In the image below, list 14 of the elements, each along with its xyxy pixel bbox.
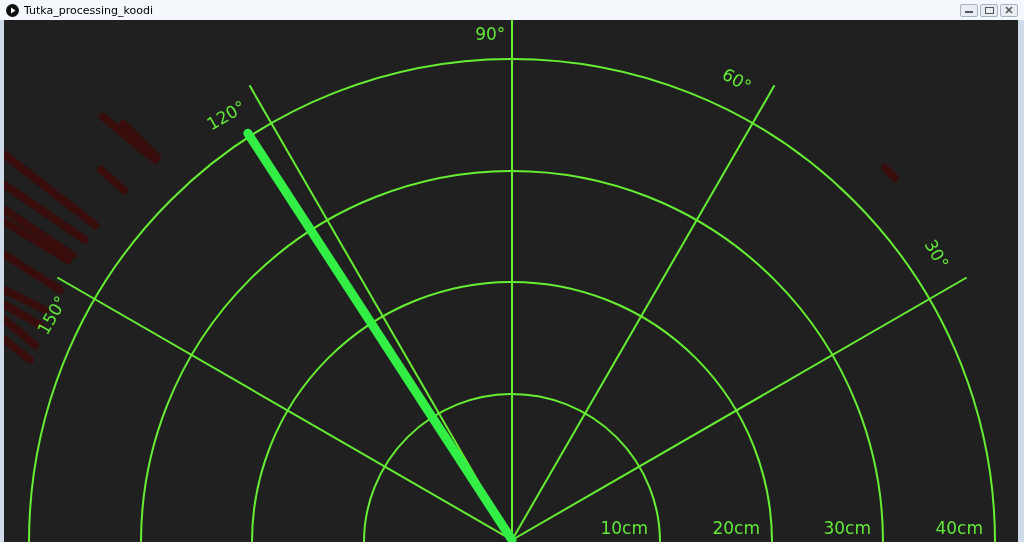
close-icon xyxy=(1005,6,1013,14)
distance-label: 10cm xyxy=(600,518,648,538)
angle-label: 60° xyxy=(718,63,755,97)
angle-label: 90° xyxy=(475,24,506,45)
window-title: Tutka_processing_koodi xyxy=(24,3,154,17)
maximize-button[interactable] xyxy=(980,3,998,17)
close-button[interactable] xyxy=(1000,3,1018,17)
minimize-button[interactable] xyxy=(960,3,978,17)
maximize-icon xyxy=(984,6,994,14)
distance-label: 20cm xyxy=(712,518,760,538)
app-icon xyxy=(6,3,19,17)
distance-label: 40cm xyxy=(935,518,983,538)
angle-label: 30° xyxy=(920,236,953,273)
distance-label: 30cm xyxy=(823,518,871,538)
